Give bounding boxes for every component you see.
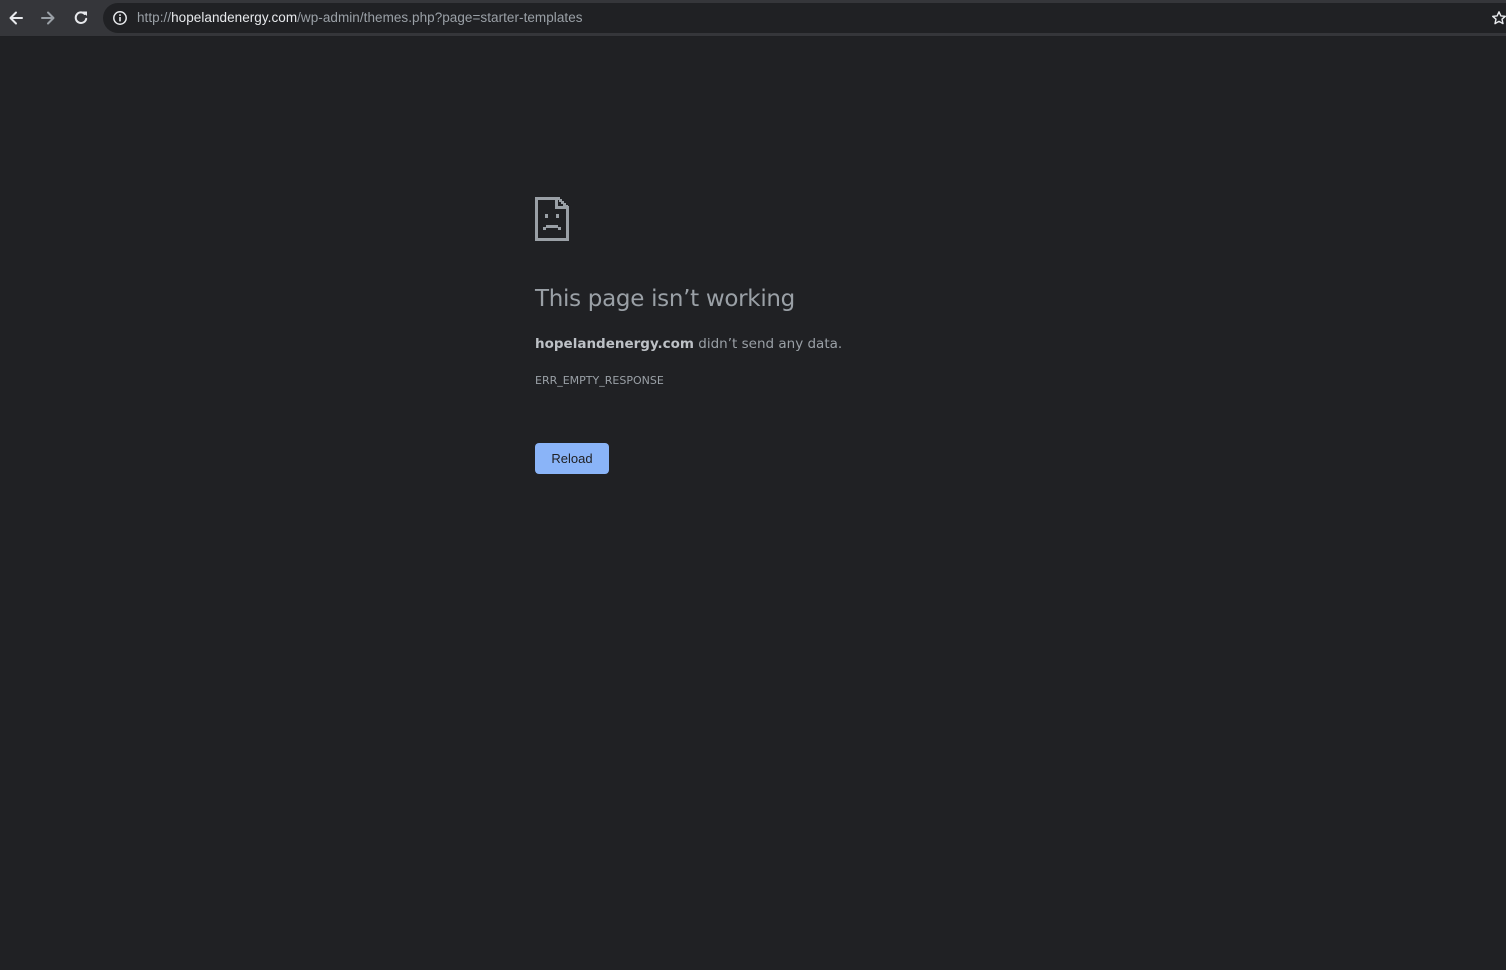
url-path: /wp-admin/themes.php?page=starter-templa… bbox=[297, 10, 583, 25]
arrow-left-icon bbox=[9, 11, 23, 25]
arrow-right-icon bbox=[41, 11, 55, 25]
star-icon[interactable] bbox=[1491, 10, 1506, 26]
sad-page-icon bbox=[535, 197, 569, 241]
url-text[interactable]: http://hopelandenergy.com/wp-admin/theme… bbox=[137, 10, 583, 25]
browser-toolbar: http://hopelandenergy.com/wp-admin/theme… bbox=[0, 0, 1506, 37]
info-icon[interactable] bbox=[112, 10, 128, 26]
address-bar[interactable]: http://hopelandenergy.com/wp-admin/theme… bbox=[103, 3, 1506, 33]
page-title: This page isn’t working bbox=[535, 286, 795, 312]
reload-nav-button[interactable] bbox=[68, 5, 94, 31]
error-message: didn’t send any data. bbox=[694, 336, 843, 352]
forward-button[interactable] bbox=[35, 5, 61, 31]
reload-button[interactable]: Reload bbox=[535, 443, 609, 474]
error-code: ERR_EMPTY_RESPONSE bbox=[535, 374, 664, 387]
error-summary: hopelandenergy.com didn’t send any data. bbox=[535, 336, 842, 352]
url-host: hopelandenergy.com bbox=[171, 10, 298, 25]
url-scheme: http:// bbox=[137, 10, 172, 25]
back-button[interactable] bbox=[3, 5, 29, 31]
error-host: hopelandenergy.com bbox=[535, 336, 694, 352]
reload-icon bbox=[74, 11, 88, 24]
